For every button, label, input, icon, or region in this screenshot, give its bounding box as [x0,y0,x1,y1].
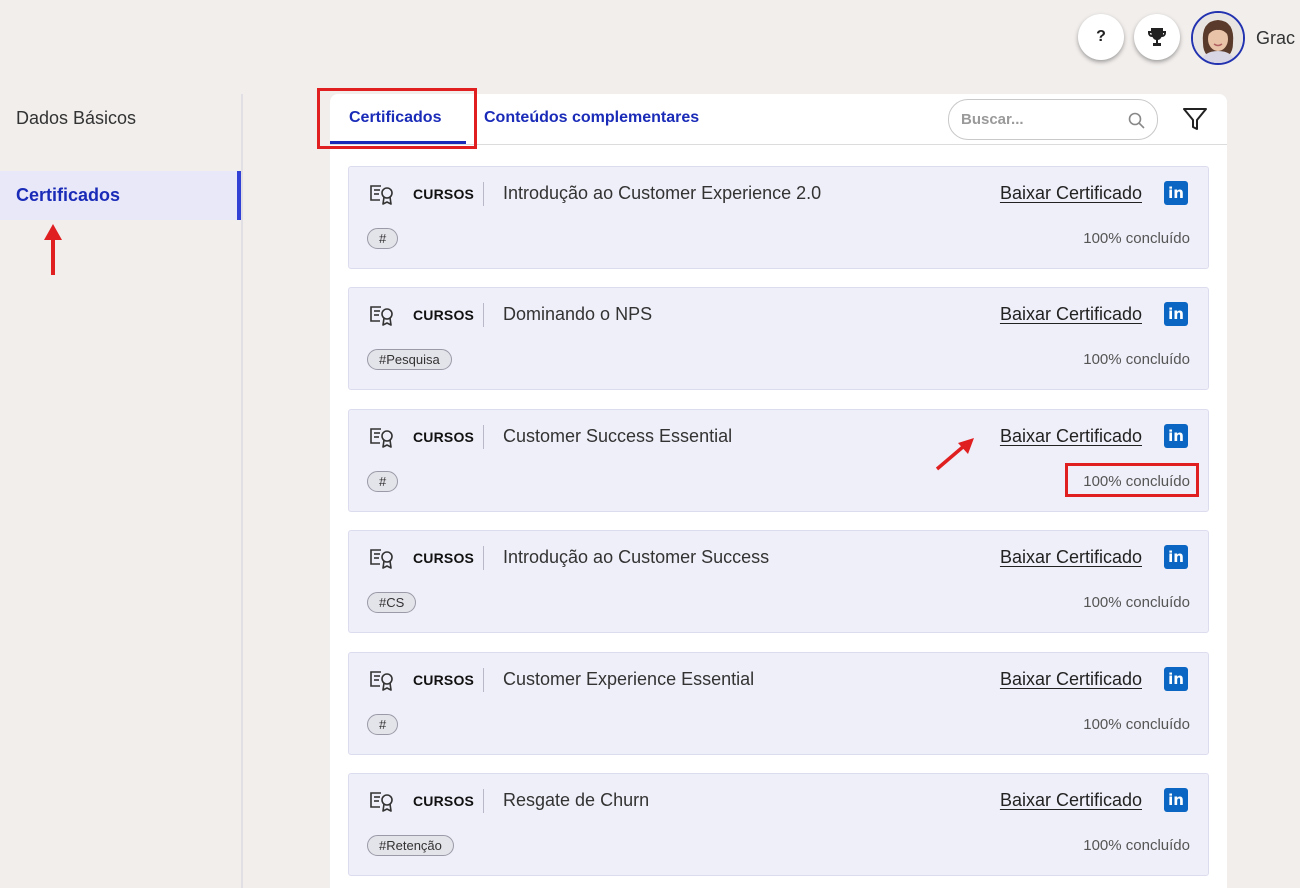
sidebar-divider [241,94,243,888]
download-certificate-link[interactable]: Baixar Certificado [1000,669,1142,690]
certificate-icon [370,549,393,569]
course-tag: # [367,471,399,492]
linkedin-icon[interactable]: in [1164,667,1188,691]
course-category: CURSOS [413,793,475,809]
certificate-icon [370,306,393,326]
certificate-icon [370,671,393,691]
course-card: CURSOS Resgate de Churn Baixar Certificado… [348,773,1209,876]
sidebar-item-dados-basicos[interactable]: Dados Básicos [0,94,243,143]
completion-status: 100% concluído [1083,716,1190,733]
course-tag: # [367,228,399,249]
certificate-icon [370,428,393,448]
course-category: CURSOS [413,307,475,323]
filter-icon[interactable] [1182,106,1208,132]
course-card: CURSOS Dominando o NPS Baixar Certificado i… [348,287,1209,390]
download-certificate-link[interactable]: Baixar Certificado [1000,183,1142,204]
course-category: CURSOS [413,550,475,566]
course-title: Dominando o NPS [503,304,653,324]
tab-label: Conteúdos complementares [484,109,700,126]
search-icon [1128,112,1145,129]
red-highlight-box [317,88,477,149]
linkedin-icon[interactable]: in [1164,424,1188,448]
download-certificate-link[interactable]: Baixar Certificado [1000,304,1142,325]
category-separator [483,303,484,327]
completion-status: 100% concluído [1083,594,1190,611]
completion-status: 100% concluído [1083,351,1190,368]
red-arrow-annotation-icon [935,438,974,471]
completion-status: 100% concluído [1083,837,1190,854]
course-tag: # [367,714,399,735]
course-title: Customer Experience Essential [503,669,755,689]
course-card: CURSOS Introdução ao Customer Experience … [348,166,1209,269]
course-title: Resgate de Churn [503,790,650,810]
download-certificate-link[interactable]: Baixar Certificado [1000,547,1142,568]
help-button[interactable]: ? [1078,14,1124,60]
certificate-icon [370,792,393,812]
course-tag: #Retenção [367,835,454,856]
linkedin-icon[interactable]: in [1164,788,1188,812]
red-highlight-box [1065,463,1199,497]
course-card: CURSOS Customer Experience Essential Baixa… [348,652,1209,755]
category-separator [483,668,484,692]
category-separator [483,182,484,206]
course-card: CURSOS Customer Success Essential Baixar C… [348,409,1209,512]
course-card: CURSOS Introdução ao Customer Success Baix… [348,530,1209,633]
linkedin-icon[interactable]: in [1164,545,1188,569]
course-title: Introdução ao Customer Experience 2.0 [503,183,822,203]
completion-status: 100% concluído [1083,230,1190,247]
category-separator [483,546,484,570]
certificate-icon [370,185,393,205]
help-label: ? [1096,28,1106,45]
sidebar-item-label: Certificados [16,185,121,205]
category-separator [483,425,484,449]
trophy-icon [1148,28,1166,46]
tab-conteudos-complementares[interactable]: Conteúdos complementares [484,109,699,127]
course-category: CURSOS [413,429,475,445]
red-arrow-annotation-icon [44,224,62,275]
avatar[interactable] [1191,11,1245,65]
course-title: Customer Success Essential [503,426,733,446]
search-box[interactable] [948,99,1158,140]
user-photo-icon [1193,13,1243,63]
course-category: CURSOS [413,672,475,688]
trophy-button[interactable] [1134,14,1180,60]
user-name[interactable]: Grac [1256,28,1295,49]
download-certificate-link[interactable]: Baixar Certificado [1000,426,1142,447]
course-title: Introdução ao Customer Success [503,547,770,567]
linkedin-icon[interactable]: in [1164,181,1188,205]
download-certificate-link[interactable]: Baixar Certificado [1000,790,1142,811]
sidebar-item-certificados[interactable]: Certificados [0,171,243,220]
course-tag: #CS [367,592,417,613]
category-separator [483,789,484,813]
course-tag: #Pesquisa [367,349,452,370]
sidebar-item-label: Dados Básicos [16,108,137,128]
linkedin-icon[interactable]: in [1164,302,1188,326]
course-category: CURSOS [413,186,475,202]
certificates-panel: Certificados Conteúdos complementares CU… [317,88,1227,888]
search-input[interactable] [961,111,1121,128]
